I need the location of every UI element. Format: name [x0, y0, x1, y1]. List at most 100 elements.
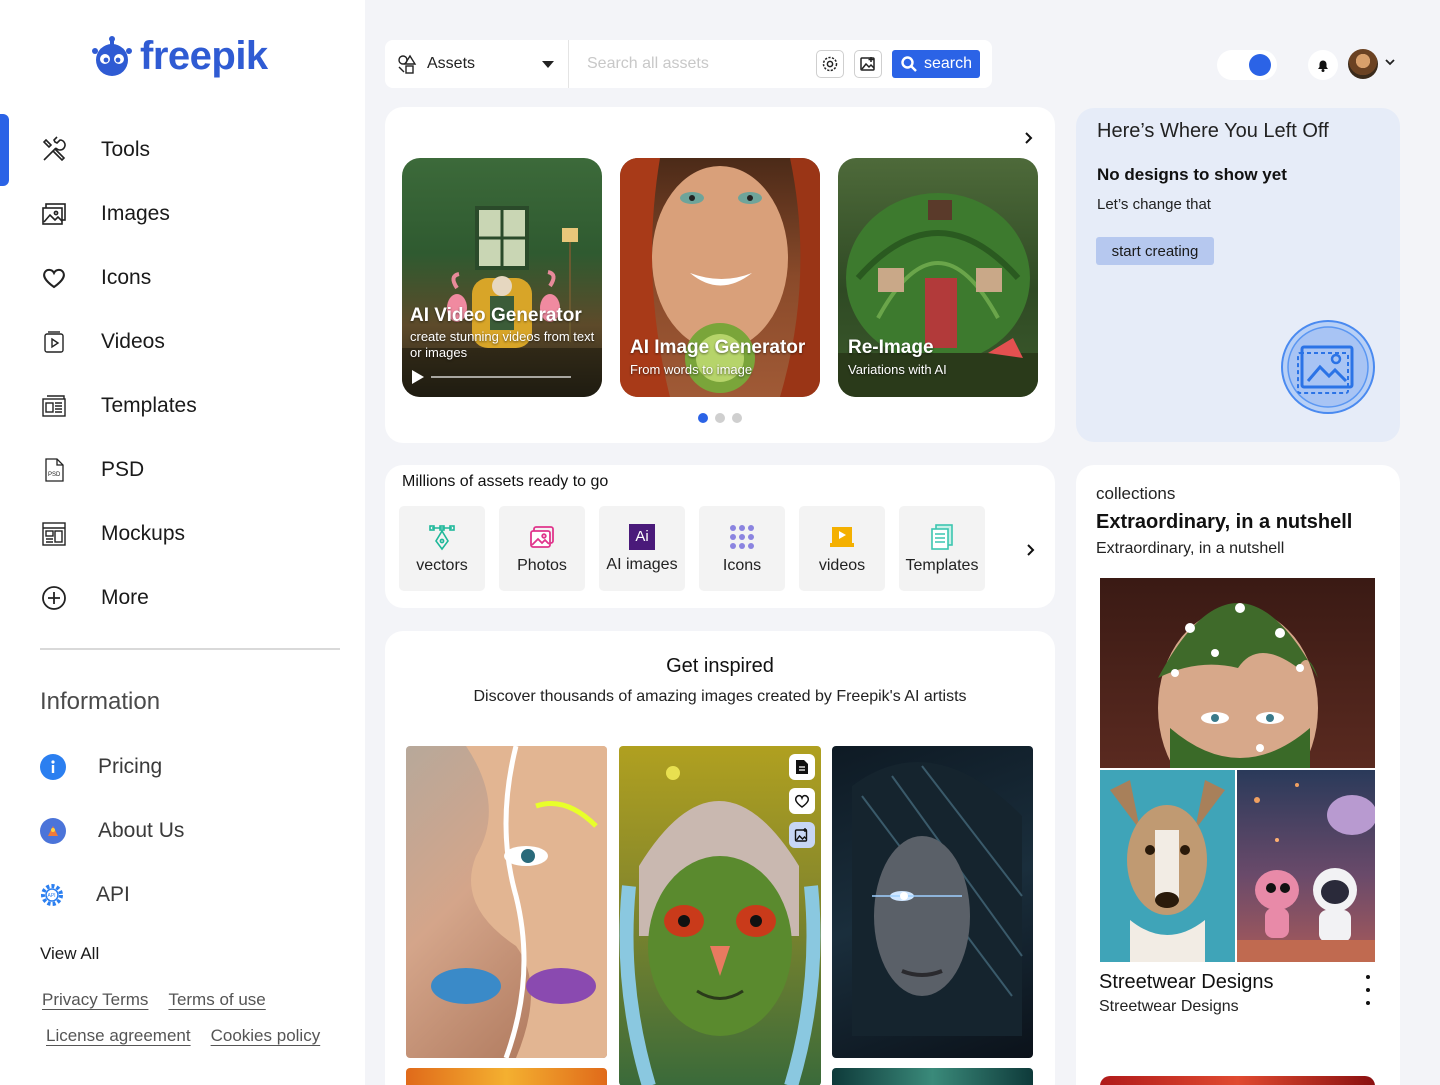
- slide-title: AI Video Generator: [410, 305, 582, 326]
- svg-text:PSD: PSD: [48, 472, 61, 478]
- nav-item-psd[interactable]: PSD PSD: [40, 438, 340, 502]
- slide-subtitle: Variations with AI: [848, 362, 947, 377]
- chevron-right-icon[interactable]: [1025, 543, 1037, 557]
- main-nav: Tools Images Icons Videos Templates PSD …: [40, 118, 340, 630]
- search-settings-button[interactable]: [816, 50, 844, 78]
- left-off-panel: Here’s Where You Left Off No designs to …: [1076, 108, 1400, 442]
- slide-ai-video-generator[interactable]: AI Video Generator create stunning video…: [402, 158, 602, 397]
- slide-title: AI Image Generator: [630, 337, 806, 358]
- inspired-image-green-girl[interactable]: [619, 746, 821, 1085]
- more-options-icon[interactable]: [1366, 975, 1370, 1005]
- search-input[interactable]: [569, 40, 816, 88]
- collection-image-dog[interactable]: [1100, 770, 1235, 962]
- templates-stack-icon: [931, 523, 953, 550]
- video-icon: [40, 328, 68, 356]
- nav-item-tools[interactable]: Tools: [40, 118, 340, 182]
- inspired-image-cyber-woman[interactable]: [832, 746, 1033, 1058]
- nav-item-images[interactable]: Images: [40, 182, 340, 246]
- carousel-dot-3[interactable]: [732, 413, 742, 423]
- info-icon: [40, 754, 66, 780]
- slide-ai-image-generator[interactable]: AI Image Generator From words to image: [620, 158, 820, 397]
- gear-icon: [822, 56, 838, 72]
- image-search-button[interactable]: [854, 50, 882, 78]
- nav-item-icons[interactable]: Icons: [40, 246, 340, 310]
- search-button-label: search: [923, 55, 973, 72]
- tile-ai-images[interactable]: Ai AI images: [599, 506, 685, 591]
- theme-toggle[interactable]: [1217, 50, 1277, 80]
- psd-file-icon: PSD: [40, 456, 68, 484]
- freepik-mascot-icon: [92, 35, 132, 76]
- slide-subtitle: From words to image: [630, 362, 753, 377]
- slide-subtitle: create stunning videos from text or imag…: [410, 329, 595, 360]
- image-content: [431, 746, 607, 1058]
- videos-stack-icon: [830, 526, 854, 547]
- user-avatar[interactable]: [1348, 49, 1378, 79]
- tile-photos[interactable]: Photos: [499, 506, 585, 591]
- nav-item-more[interactable]: More: [40, 566, 340, 630]
- license-agreement-link[interactable]: License agreement: [46, 1026, 191, 1046]
- start-creating-button[interactable]: start creating: [1096, 237, 1214, 265]
- nav-label: Videos: [101, 330, 165, 353]
- notifications-button[interactable]: [1308, 50, 1338, 80]
- inspired-image-partial-1[interactable]: [406, 1068, 607, 1085]
- asset-category-select[interactable]: Assets: [385, 40, 569, 88]
- toggle-knob: [1249, 54, 1271, 76]
- view-all-link[interactable]: View All: [40, 944, 99, 964]
- slide-re-image[interactable]: Re-Image Variations with AI: [838, 158, 1038, 397]
- information-heading: Information: [40, 688, 161, 715]
- collection-image-flower-face[interactable]: [1100, 578, 1375, 768]
- nav-item-templates[interactable]: Templates: [40, 374, 340, 438]
- info-item-pricing[interactable]: Pricing: [40, 735, 340, 799]
- like-button[interactable]: [789, 788, 815, 814]
- images-icon: [40, 200, 68, 228]
- nav-label: Templates: [101, 394, 197, 417]
- svg-text:API: API: [48, 893, 56, 899]
- info-item-api[interactable]: API API: [40, 863, 340, 927]
- image-search-icon: [860, 57, 875, 71]
- information-list: Pricing About Us API API: [40, 735, 340, 927]
- carousel-dot-2[interactable]: [715, 413, 725, 423]
- chevron-right-icon[interactable]: [1021, 131, 1035, 145]
- inspired-image-partial-2[interactable]: [832, 1068, 1033, 1085]
- chevron-down-icon[interactable]: [1384, 56, 1396, 68]
- tile-label: Photos: [517, 556, 567, 574]
- assets-heading: Millions of assets ready to go: [402, 473, 609, 490]
- nav-label: Icons: [101, 266, 152, 289]
- collection-image-partial[interactable]: [1100, 1076, 1375, 1085]
- terms-of-use-link[interactable]: Terms of use: [168, 990, 265, 1010]
- nav-item-mockups[interactable]: Mockups: [40, 502, 340, 566]
- tile-label: Icons: [722, 556, 762, 574]
- cookies-policy-link[interactable]: Cookies policy: [211, 1026, 321, 1046]
- collection-subtitle: Extraordinary, in a nutshell: [1096, 540, 1285, 557]
- search-button[interactable]: search: [892, 50, 980, 78]
- nav-item-videos[interactable]: Videos: [40, 310, 340, 374]
- collection-title[interactable]: Extraordinary, in a nutshell: [1096, 511, 1352, 534]
- info-item-about-us[interactable]: About Us: [40, 799, 340, 863]
- collection-subtitle: Streetwear Designs: [1099, 998, 1239, 1015]
- video-progress-bar[interactable]: [431, 376, 571, 378]
- document-icon: [796, 760, 808, 774]
- tile-vectors[interactable]: vectors: [399, 506, 485, 591]
- freepik-logo[interactable]: freepik: [90, 34, 268, 79]
- tile-icons[interactable]: Icons: [699, 506, 785, 591]
- bell-icon: [1318, 60, 1328, 72]
- file-icon-button[interactable]: [789, 754, 815, 780]
- image-edit-button[interactable]: [789, 822, 815, 848]
- tools-icon: [40, 136, 68, 164]
- collection-image-space-toys[interactable]: [1237, 770, 1375, 962]
- collection-title[interactable]: Streetwear Designs: [1099, 971, 1274, 994]
- heart-icon: [794, 794, 810, 808]
- carousel-dot-1[interactable]: [698, 413, 708, 423]
- tile-templates[interactable]: Templates: [899, 506, 985, 591]
- privacy-terms-link[interactable]: Privacy Terms: [42, 990, 148, 1010]
- tile-videos[interactable]: videos: [799, 506, 885, 591]
- shapes-icon: [398, 54, 417, 74]
- play-icon[interactable]: [410, 369, 426, 385]
- nav-label: Mockups: [101, 522, 186, 545]
- inspired-image-torn-portrait[interactable]: [406, 746, 607, 1058]
- footer-links: Privacy Terms Terms of use License agree…: [42, 990, 342, 1046]
- carousel-dots: [698, 413, 742, 423]
- inspired-subtitle: Discover thousands of amazing images cre…: [473, 688, 967, 705]
- image-content: [1110, 780, 1225, 962]
- tile-label: Templates: [905, 556, 979, 574]
